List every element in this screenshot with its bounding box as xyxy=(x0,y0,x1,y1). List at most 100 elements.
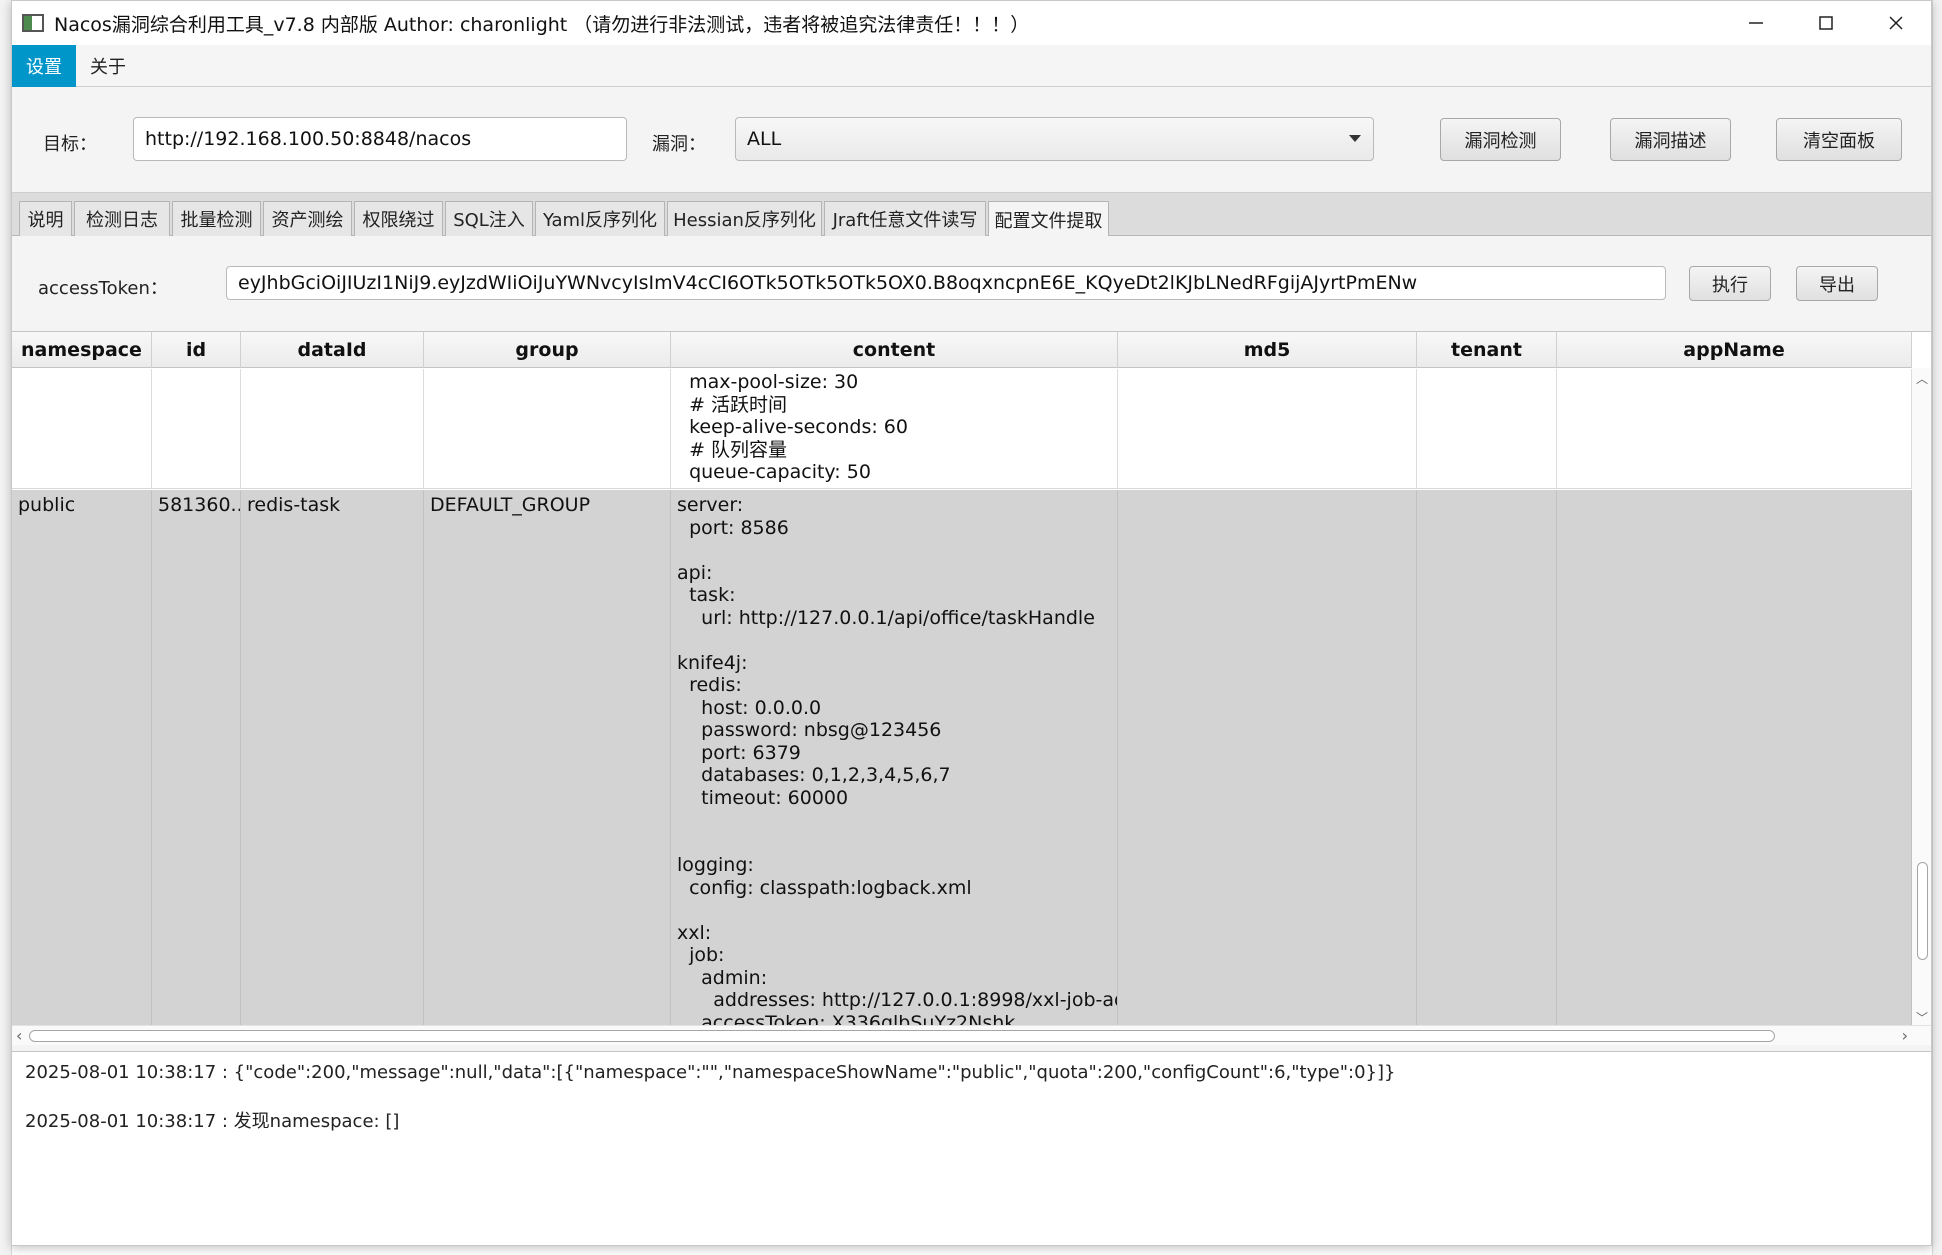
tab-readme[interactable]: 说明 xyxy=(19,201,72,236)
content-line: job: xyxy=(677,944,725,966)
scroll-right-icon[interactable]: › xyxy=(1902,1026,1908,1045)
content-line: host: 0.0.0.0 xyxy=(677,696,822,719)
cell-content: max-pool-size: 30 # 活跃时间 keep-alive-seco… xyxy=(671,369,1118,488)
vuln-label: 漏洞： xyxy=(652,134,706,155)
menu-about[interactable]: 关于 xyxy=(76,45,140,87)
column-header-dataid[interactable]: dataId xyxy=(241,332,424,368)
content-line: logging: xyxy=(677,854,754,876)
detect-button[interactable]: 漏洞检测 xyxy=(1440,118,1561,161)
horizontal-scroll-thumb[interactable] xyxy=(29,1030,1775,1042)
scroll-down-icon[interactable]: ﹀ xyxy=(1916,1009,1928,1026)
content-line: password: nbsg@123456 xyxy=(677,719,942,741)
content-line: keep-alive-seconds: 60 xyxy=(677,416,908,438)
cell-md5 xyxy=(1118,369,1417,488)
vertical-scroll-thumb[interactable] xyxy=(1917,862,1928,960)
cell-dataid xyxy=(241,369,424,488)
content-line: databases: 0,1,2,3,4,5,6,7 xyxy=(677,764,951,786)
execute-button[interactable]: 执行 xyxy=(1689,266,1771,301)
content-line: addresses: http://127.0.0.1:8998/xxl-job… xyxy=(677,989,1118,1011)
title-bar: Nacos漏洞综合利用工具_v7.8 内部版 Author: charonlig… xyxy=(12,1,1931,45)
scroll-up-icon[interactable]: ︿ xyxy=(1916,370,1928,387)
tab-jraft-file-rw[interactable]: Jraft任意文件读写 xyxy=(824,201,986,236)
column-header-id[interactable]: id xyxy=(152,332,241,368)
content-line: api: xyxy=(677,561,713,584)
tab-asset-mapping[interactable]: 资产测绘 xyxy=(263,201,352,236)
target-input[interactable]: http://192.168.100.50:8848/nacos xyxy=(133,117,627,161)
window-title: Nacos漏洞综合利用工具_v7.8 内部版 Author: charonlig… xyxy=(54,13,1030,36)
minimize-icon xyxy=(1749,22,1763,24)
background-window-right xyxy=(1932,0,1942,1255)
cell-group: DEFAULT_GROUP xyxy=(424,490,671,1027)
content-line: timeout: 60000 xyxy=(677,786,849,809)
tab-bar: 说明 检测日志 批量检测 资产测绘 权限绕过 SQL注入 Yaml反序列化 He… xyxy=(12,192,1931,237)
cell-id xyxy=(152,369,241,488)
horizontal-scrollbar[interactable]: ‹ › xyxy=(12,1025,1931,1045)
table-body: max-pool-size: 30 # 活跃时间 keep-alive-seco… xyxy=(12,369,1912,1027)
log-line: 2025-08-01 10:38:17 : 发现namespace: [] xyxy=(25,1111,400,1132)
vuln-select[interactable]: ALL xyxy=(735,117,1374,161)
content-line: port: 8586 xyxy=(677,516,789,539)
content-line xyxy=(677,899,1111,922)
app-icon xyxy=(22,14,44,32)
cell-appname xyxy=(1557,369,1912,488)
column-header-content[interactable]: content xyxy=(671,332,1118,368)
chevron-down-icon xyxy=(1349,135,1361,142)
content-line: xxl: xyxy=(677,921,712,944)
column-header-tenant[interactable]: tenant xyxy=(1417,332,1557,368)
content-line xyxy=(677,629,1111,652)
tab-sql-injection[interactable]: SQL注入 xyxy=(445,201,533,236)
cell-id: 581360... xyxy=(152,490,241,1027)
clear-panel-button[interactable]: 清空面板 xyxy=(1776,118,1902,161)
cell-group xyxy=(424,369,671,488)
tab-config-extract[interactable]: 配置文件提取 xyxy=(988,201,1109,237)
cell-namespace: public xyxy=(12,490,152,1027)
maximize-button[interactable] xyxy=(1791,1,1861,45)
column-header-namespace[interactable]: namespace xyxy=(12,332,152,368)
minimize-button[interactable] xyxy=(1721,1,1791,45)
scroll-left-icon[interactable]: ‹ xyxy=(16,1026,22,1045)
cell-md5 xyxy=(1118,490,1417,1027)
close-button[interactable] xyxy=(1861,1,1931,45)
content-line xyxy=(677,539,1111,562)
column-header-appname[interactable]: appName xyxy=(1557,332,1912,368)
content-line: # 队列容量 xyxy=(677,438,788,461)
tab-yaml-deserialization[interactable]: Yaml反序列化 xyxy=(535,201,665,236)
log-panel[interactable]: 2025-08-01 10:38:17 : {"code":200,"messa… xyxy=(12,1051,1931,1245)
cell-appname xyxy=(1557,490,1912,1027)
cell-content: server: port: 8586 api: task: url: http:/… xyxy=(671,490,1118,1027)
content-line xyxy=(677,832,1111,855)
menu-settings[interactable]: 设置 xyxy=(12,45,76,87)
cell-tenant xyxy=(1417,490,1557,1027)
content-line: # 活跃时间 xyxy=(677,393,788,416)
export-button[interactable]: 导出 xyxy=(1796,266,1878,301)
content-line: redis: xyxy=(677,674,742,696)
content-text: server: port: 8586 api: task: url: http:/… xyxy=(677,494,1118,1027)
access-token-input[interactable]: eyJhbGciOiJIUzI1NiJ9.eyJzdWIiOiJuYWNvcyI… xyxy=(226,266,1666,300)
close-icon xyxy=(1889,16,1903,30)
tab-detect-log[interactable]: 检测日志 xyxy=(74,201,170,236)
column-header-md5[interactable]: md5 xyxy=(1118,332,1417,368)
table-row[interactable]: max-pool-size: 30 # 活跃时间 keep-alive-seco… xyxy=(12,369,1912,489)
tab-batch-detect[interactable]: 批量检测 xyxy=(172,201,261,236)
token-label: accessToken： xyxy=(38,278,168,299)
menu-bar: 设置 关于 xyxy=(12,45,1931,87)
vertical-scrollbar[interactable]: ︿ ﹀ xyxy=(1912,368,1931,1028)
tab-auth-bypass[interactable]: 权限绕过 xyxy=(354,201,443,236)
vuln-select-value: ALL xyxy=(747,128,782,150)
describe-button[interactable]: 漏洞描述 xyxy=(1610,118,1731,161)
content-line: task: xyxy=(677,584,736,606)
column-header-group[interactable]: group xyxy=(424,332,671,368)
app-window: Nacos漏洞综合利用工具_v7.8 内部版 Author: charonlig… xyxy=(11,0,1932,1246)
cell-namespace xyxy=(12,369,152,488)
content-line: max-pool-size: 30 xyxy=(677,371,859,393)
table-row-selected[interactable]: public 581360... redis-task DEFAULT_GROU… xyxy=(12,490,1912,1027)
config-table: namespace id dataId group content md5 te… xyxy=(12,331,1931,1045)
content-line: server: xyxy=(677,494,744,516)
content-line: knife4j: xyxy=(677,651,748,674)
token-bar: accessToken： eyJhbGciOiJIUzI1NiJ9.eyJzdW… xyxy=(12,236,1931,331)
target-label: 目标： xyxy=(43,134,97,155)
table-header: namespace id dataId group content md5 te… xyxy=(12,332,1912,368)
cell-dataid: redis-task xyxy=(241,490,424,1027)
tab-hessian-deserialization[interactable]: Hessian反序列化 xyxy=(667,201,822,236)
target-toolbar: 目标： http://192.168.100.50:8848/nacos 漏洞：… xyxy=(12,88,1931,192)
